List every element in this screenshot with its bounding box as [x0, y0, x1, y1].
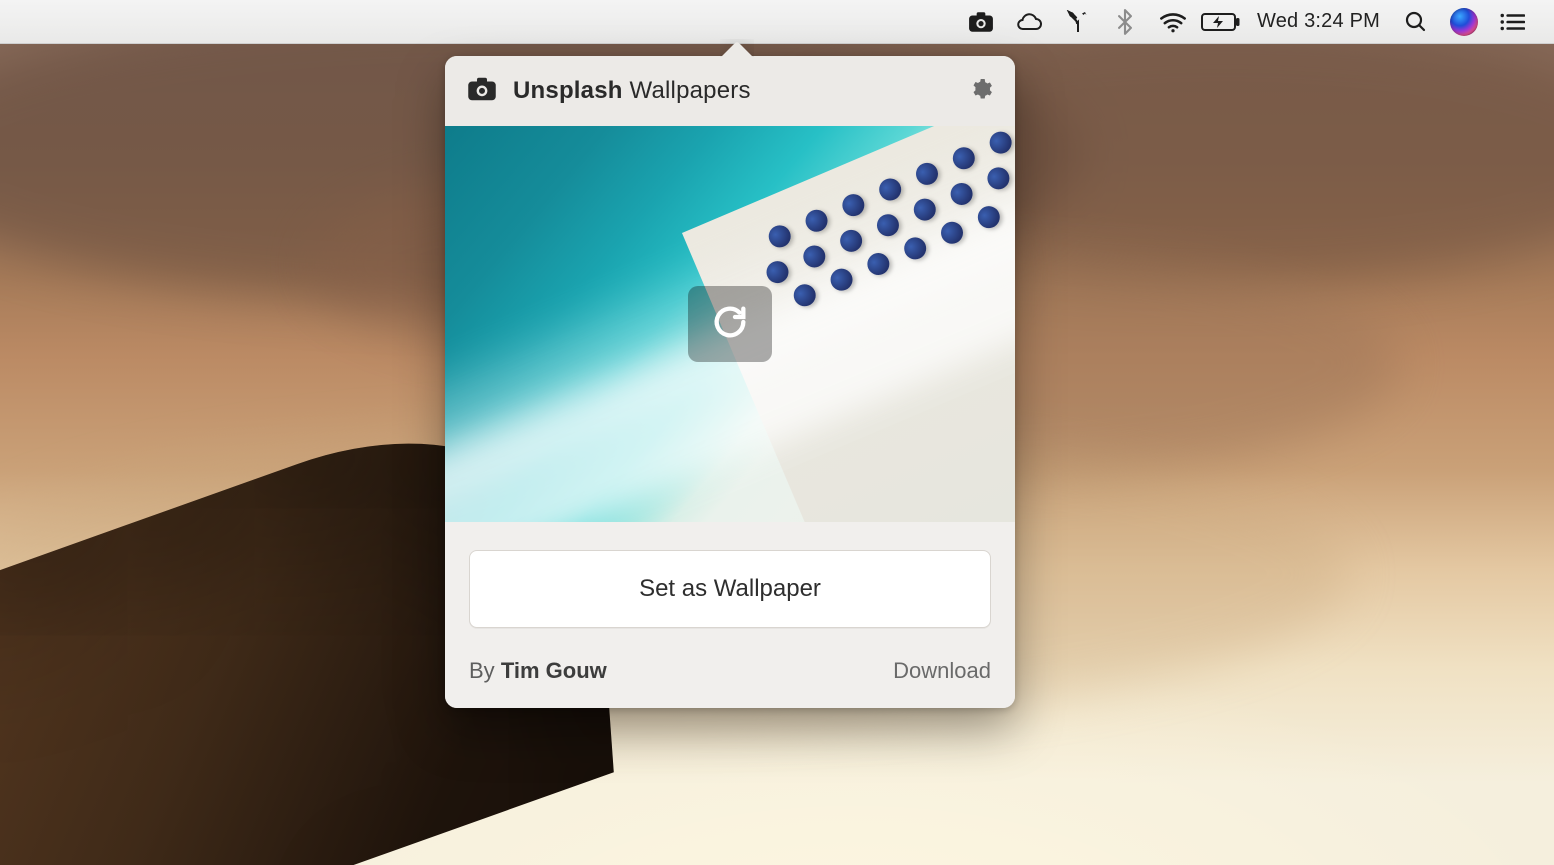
- notification-center-menubar-icon[interactable]: [1488, 0, 1536, 44]
- popover-header: Unsplash Wallpapers: [445, 56, 1015, 126]
- macos-menubar: Wed 3:24 PM: [0, 0, 1554, 44]
- download-link[interactable]: Download: [893, 658, 991, 684]
- set-as-wallpaper-button[interactable]: Set as Wallpaper: [469, 550, 991, 628]
- set-as-wallpaper-label: Set as Wallpaper: [639, 575, 821, 603]
- popover-footer: Set as Wallpaper By Tim Gouw Download: [445, 522, 1015, 708]
- settings-button[interactable]: [969, 77, 993, 106]
- author-credit: By Tim Gouw: [469, 658, 607, 684]
- camera-icon: [467, 76, 497, 107]
- popover-title: Unsplash Wallpapers: [513, 77, 751, 105]
- wifi-menubar-icon[interactable]: [1149, 0, 1197, 44]
- bluetooth-menubar-icon[interactable]: [1101, 0, 1149, 44]
- unsplash-popover: Unsplash Wallpapers: [445, 56, 1015, 708]
- siri-menubar-icon[interactable]: [1440, 0, 1488, 44]
- refresh-icon: [710, 302, 750, 347]
- cloud-menubar-icon[interactable]: [1005, 0, 1053, 44]
- fork-menubar-icon[interactable]: [1053, 0, 1101, 44]
- spotlight-menubar-icon[interactable]: [1392, 0, 1440, 44]
- clock-text: Wed 3:24 PM: [1257, 10, 1380, 33]
- unsplash-menubar-icon[interactable]: [957, 0, 1005, 44]
- wallpaper-preview: [445, 126, 1015, 522]
- download-label: Download: [893, 658, 991, 683]
- popover-arrow: [720, 39, 754, 57]
- battery-menubar-icon[interactable]: [1197, 0, 1245, 44]
- refresh-button[interactable]: [688, 286, 772, 362]
- menubar-clock[interactable]: Wed 3:24 PM: [1245, 0, 1392, 44]
